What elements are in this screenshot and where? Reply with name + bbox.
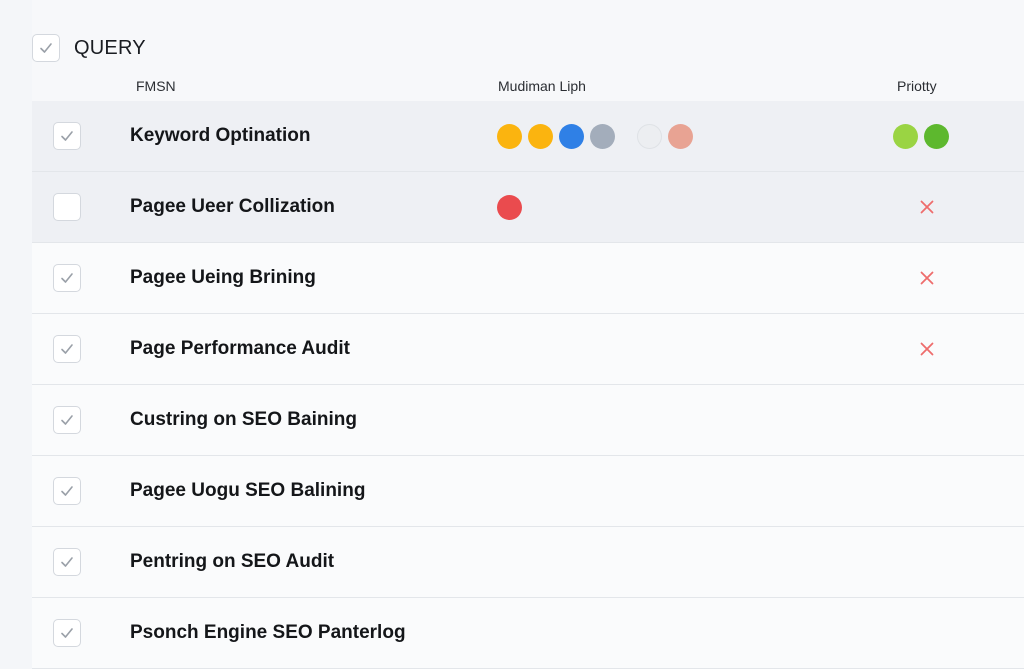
row-title: Keyword Optination — [130, 125, 311, 146]
status-dots — [497, 123, 699, 149]
priority-dot — [893, 123, 918, 149]
column-header-priority[interactable]: Priotty — [897, 78, 937, 94]
check-icon — [61, 131, 73, 141]
column-header-middle[interactable]: Mudiman Liph — [498, 78, 586, 94]
table-row[interactable]: Pentring on SEO Audit — [32, 527, 1024, 598]
row-title: Pentring on SEO Audit — [130, 551, 335, 572]
status-dot — [559, 123, 584, 149]
close-icon[interactable] — [919, 199, 935, 215]
table-row[interactable]: Pagee Ueer Collization — [32, 172, 1024, 243]
table-row[interactable]: Page Performance Audit — [32, 314, 1024, 385]
status-dot — [590, 123, 615, 149]
check-icon — [61, 344, 73, 354]
row-checkbox[interactable] — [53, 335, 81, 363]
table-body: Keyword Optination Pagee Ueer Collization… — [32, 101, 1024, 669]
table-row[interactable]: Pagee Uogu SEO Balining — [32, 456, 1024, 527]
row-checkbox[interactable] — [53, 193, 81, 221]
row-checkbox[interactable] — [53, 406, 81, 434]
table-header: FMSN Mudiman Liph Priotty — [32, 72, 1024, 102]
query-checkbox[interactable] — [32, 34, 60, 62]
row-checkbox[interactable] — [53, 477, 81, 505]
status-dot — [497, 123, 522, 149]
row-checkbox[interactable] — [53, 122, 81, 150]
row-title: Psonch Engine SEO Panterlog — [130, 622, 406, 643]
check-icon — [61, 557, 73, 567]
close-icon[interactable] — [919, 270, 935, 286]
table-row[interactable]: Custring on SEO Baining — [32, 385, 1024, 456]
check-icon — [61, 273, 73, 283]
row-title: Pagee Uogu SEO Balining — [130, 480, 366, 501]
column-header-name[interactable]: FMSN — [136, 78, 176, 94]
query-bar: QUERY — [32, 32, 146, 64]
status-dot — [668, 123, 693, 149]
row-title: Custring on SEO Baining — [130, 409, 357, 430]
status-dot — [497, 194, 522, 220]
row-title: Pagee Ueer Collization — [130, 196, 335, 217]
table-row[interactable]: Psonch Engine SEO Panterlog — [32, 598, 1024, 669]
priority-dot — [924, 123, 949, 149]
row-title: Pagee Ueing Brining — [130, 267, 316, 288]
query-label: QUERY — [74, 36, 146, 59]
check-icon — [61, 628, 73, 638]
table-row[interactable]: Pagee Ueing Brining — [32, 243, 1024, 314]
row-checkbox[interactable] — [53, 548, 81, 576]
table-row[interactable]: Keyword Optination — [32, 101, 1024, 172]
close-icon[interactable] — [919, 341, 935, 357]
status-dot — [528, 123, 553, 149]
status-dots — [497, 194, 528, 220]
priority-dots — [893, 123, 955, 149]
status-dot — [637, 123, 662, 149]
row-checkbox[interactable] — [53, 264, 81, 292]
query-panel: QUERY FMSN Mudiman Liph Priotty Keyword … — [32, 0, 1024, 669]
row-checkbox[interactable] — [53, 619, 81, 647]
check-icon — [61, 486, 73, 496]
row-title: Page Performance Audit — [130, 338, 350, 359]
check-icon — [61, 415, 73, 425]
check-icon — [40, 43, 52, 53]
